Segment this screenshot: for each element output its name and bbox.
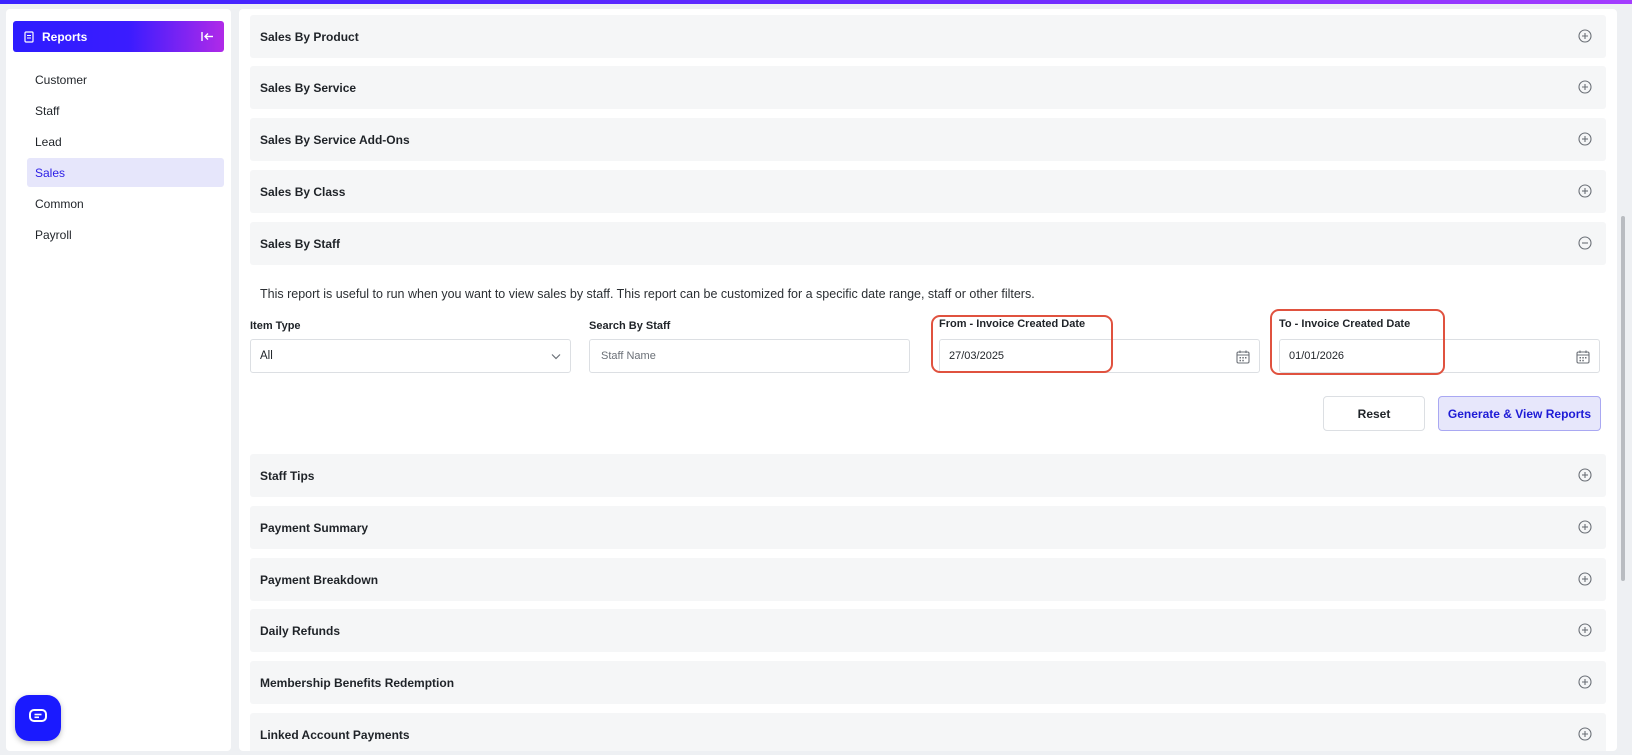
sidebar-item-label: Staff	[35, 103, 60, 118]
plus-circle-icon[interactable]	[1578, 184, 1592, 198]
collapse-sidebar-icon[interactable]	[201, 31, 214, 42]
section-title: Daily Refunds	[260, 623, 341, 638]
calendar-icon[interactable]	[1236, 350, 1250, 364]
sidebar-item-label: Customer	[35, 72, 88, 87]
plus-circle-icon[interactable]	[1578, 727, 1592, 741]
section-linked-account-payments[interactable]: Linked Account Payments	[250, 713, 1606, 751]
main-content: Sales By Product Sales By Service Sales …	[239, 9, 1617, 751]
sidebar-item-sales[interactable]: Sales	[27, 158, 224, 187]
generate-view-reports-button[interactable]: Generate & View Reports	[1438, 396, 1601, 431]
report-doc-icon	[23, 30, 35, 43]
sidebar-nav: Customer Staff Lead Sales Common Payroll	[27, 65, 224, 251]
plus-circle-icon[interactable]	[1578, 572, 1592, 586]
top-accent-bar	[0, 0, 1632, 4]
sidebar-item-common[interactable]: Common	[27, 189, 224, 218]
to-date-highlight	[1270, 309, 1445, 375]
search-staff-label: Search By Staff	[589, 320, 671, 332]
plus-circle-icon[interactable]	[1578, 132, 1592, 146]
section-sales-by-class[interactable]: Sales By Class	[250, 170, 1606, 213]
plus-circle-icon[interactable]	[1578, 520, 1592, 534]
section-staff-tips[interactable]: Staff Tips	[250, 454, 1606, 497]
search-staff-field[interactable]	[589, 339, 910, 373]
section-title: Payment Breakdown	[260, 572, 379, 587]
scrollbar[interactable]	[1621, 216, 1625, 581]
report-description: This report is useful to run when you wa…	[260, 287, 1035, 301]
section-daily-refunds[interactable]: Daily Refunds	[250, 609, 1606, 652]
section-payment-breakdown[interactable]: Payment Breakdown	[250, 558, 1606, 601]
sidebar-item-label: Payroll	[35, 227, 72, 242]
section-sales-by-product[interactable]: Sales By Product	[250, 15, 1606, 58]
sidebar-header[interactable]: Reports	[13, 21, 224, 52]
sidebar-item-staff[interactable]: Staff	[27, 96, 224, 125]
section-membership-benefits-redemption[interactable]: Membership Benefits Redemption	[250, 661, 1606, 704]
sidebar-item-label: Lead	[35, 134, 62, 149]
from-date-highlight	[931, 315, 1113, 373]
search-staff-input[interactable]	[599, 349, 879, 363]
sidebar-item-payroll[interactable]: Payroll	[27, 220, 224, 249]
section-payment-summary[interactable]: Payment Summary	[250, 506, 1606, 549]
minus-circle-icon[interactable]	[1578, 236, 1592, 250]
plus-circle-icon[interactable]	[1578, 623, 1592, 637]
section-title: Sales By Service	[260, 80, 357, 95]
item-type-select[interactable]: All	[250, 339, 571, 373]
calendar-icon[interactable]	[1576, 350, 1590, 364]
section-sales-by-service[interactable]: Sales By Service	[250, 66, 1606, 109]
sidebar-item-lead[interactable]: Lead	[27, 127, 224, 156]
plus-circle-icon[interactable]	[1578, 29, 1592, 43]
section-title: Sales By Product	[260, 29, 359, 44]
plus-circle-icon[interactable]	[1578, 675, 1592, 689]
item-type-label: Item Type	[250, 320, 301, 332]
section-title: Membership Benefits Redemption	[260, 675, 455, 690]
section-sales-by-service-addons[interactable]: Sales By Service Add-Ons	[250, 118, 1606, 161]
sidebar-item-customer[interactable]: Customer	[27, 65, 224, 94]
sidebar-item-label: Sales	[35, 165, 66, 180]
plus-circle-icon[interactable]	[1578, 468, 1592, 482]
section-title: Sales By Staff	[260, 236, 341, 251]
sidebar-item-label: Common	[35, 196, 84, 211]
section-title: Linked Account Payments	[260, 727, 410, 742]
chat-icon	[29, 708, 47, 728]
plus-circle-icon[interactable]	[1578, 80, 1592, 94]
sidebar: Reports Customer Staff Lead Sales Common…	[6, 9, 231, 751]
section-title: Sales By Class	[260, 184, 346, 199]
item-type-value: All	[260, 350, 273, 362]
section-title: Sales By Service Add-Ons	[260, 132, 410, 147]
chat-button[interactable]	[15, 695, 61, 741]
chevron-down-icon	[551, 353, 561, 360]
section-title: Staff Tips	[260, 468, 315, 483]
sidebar-title: Reports	[42, 29, 88, 44]
section-sales-by-staff[interactable]: Sales By Staff	[250, 222, 1606, 265]
section-title: Payment Summary	[260, 520, 369, 535]
reset-button[interactable]: Reset	[1323, 396, 1425, 431]
